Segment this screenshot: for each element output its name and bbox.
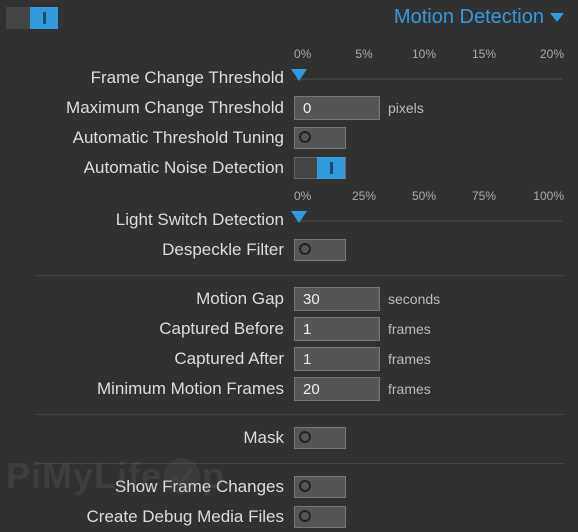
divider — [36, 275, 564, 276]
captured-after-label: Captured After — [0, 349, 290, 369]
auto-tune-toggle[interactable] — [294, 127, 346, 149]
debug-media-label: Create Debug Media Files — [0, 507, 290, 527]
despeckle-label: Despeckle Filter — [0, 240, 290, 260]
section-title: Motion Detection — [394, 6, 544, 29]
min-motion-unit: frames — [388, 381, 431, 397]
captured-after-input[interactable] — [294, 347, 380, 371]
divider — [36, 414, 564, 415]
mask-toggle[interactable] — [294, 427, 346, 449]
show-changes-label: Show Frame Changes — [0, 477, 290, 497]
light-switch-slider[interactable] — [294, 218, 562, 222]
motion-gap-unit: seconds — [388, 291, 440, 307]
captured-before-unit: frames — [388, 321, 431, 337]
min-motion-input[interactable] — [294, 377, 380, 401]
auto-noise-toggle[interactable] — [294, 157, 346, 179]
captured-after-unit: frames — [388, 351, 431, 367]
max-change-input[interactable] — [294, 96, 380, 120]
max-change-label: Maximum Change Threshold — [0, 98, 290, 118]
frame-change-ticks: 0%5%10%15%20% — [0, 47, 578, 61]
mask-label: Mask — [0, 428, 290, 448]
captured-before-label: Captured Before — [0, 319, 290, 339]
max-change-unit: pixels — [388, 100, 424, 116]
frame-change-label: Frame Change Threshold — [0, 68, 290, 88]
show-changes-toggle[interactable] — [294, 476, 346, 498]
frame-change-slider[interactable] — [294, 76, 562, 80]
auto-noise-label: Automatic Noise Detection — [0, 158, 290, 178]
chevron-down-icon — [550, 13, 564, 22]
section-enable-toggle[interactable] — [6, 7, 58, 29]
debug-media-toggle[interactable] — [294, 506, 346, 528]
divider — [36, 463, 564, 464]
light-switch-ticks: 0%25%50%75%100% — [0, 189, 578, 203]
motion-gap-input[interactable] — [294, 287, 380, 311]
despeckle-toggle[interactable] — [294, 239, 346, 261]
light-switch-label: Light Switch Detection — [0, 210, 290, 230]
motion-gap-label: Motion Gap — [0, 289, 290, 309]
captured-before-input[interactable] — [294, 317, 380, 341]
auto-tune-label: Automatic Threshold Tuning — [0, 128, 290, 148]
section-header[interactable]: Motion Detection — [394, 6, 564, 29]
min-motion-label: Minimum Motion Frames — [0, 379, 290, 399]
